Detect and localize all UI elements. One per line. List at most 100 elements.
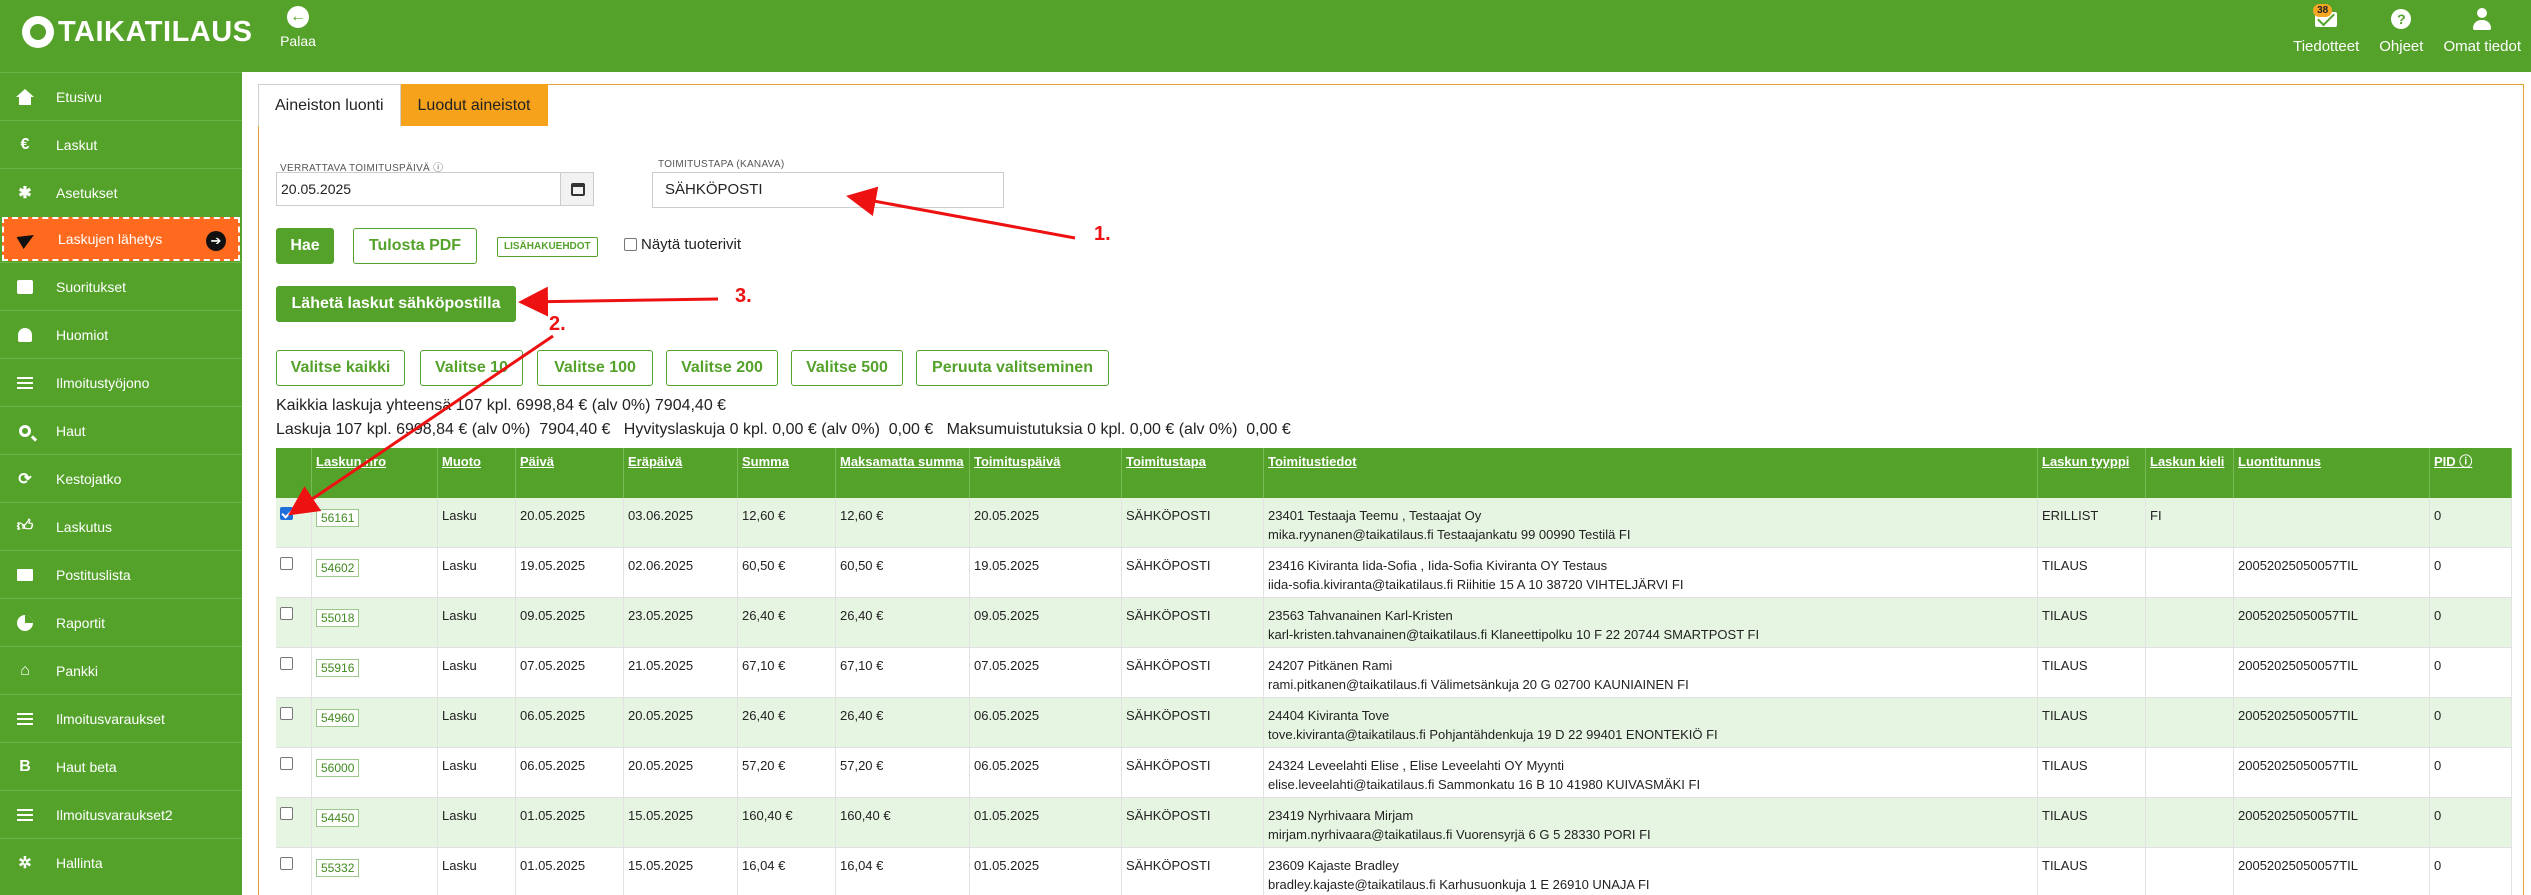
delivery-info-cell: 23419 Nyrhivaara Mirjam mirjam.nyrhivaara… (1264, 798, 2038, 847)
select-10-button[interactable]: Valitse 10 (420, 350, 523, 386)
table-body: 56161 Lasku 20.05.2025 03.06.2025 12,60 €12,… (276, 498, 2512, 895)
extra-filters-button[interactable]: LISÄHAKUEHDOT (497, 237, 598, 257)
sidebar-item-label: Laskut (56, 136, 98, 153)
sidebar-item-ilmoitusvaraukset[interactable]: Ilmoitusvaraukset (0, 694, 242, 742)
column-header[interactable]: Muoto (438, 448, 516, 498)
invoice-number-link[interactable]: 55916 (316, 659, 360, 677)
column-header-pid[interactable]: PID ⓘ (2430, 448, 2512, 498)
kieli-cell (2146, 698, 2234, 747)
send-email-button[interactable]: Lähetä laskut sähköpostilla (276, 286, 516, 322)
thumbs-up-icon: 👍︎ (16, 518, 34, 535)
invoice-number-link[interactable]: 56161 (316, 509, 360, 527)
column-header[interactable]: Maksamatta summa (836, 448, 970, 498)
customer-contact: elise.leveelahti@taikatilaus.fi Sammonka… (1268, 777, 1701, 792)
column-header[interactable]: Päivä (516, 448, 624, 498)
sidebar-item-postituslista[interactable]: Postituslista (0, 550, 242, 598)
column-header[interactable]: Eräpäivä (624, 448, 738, 498)
tabs: Aineiston luonti Luodut aineistot (258, 84, 548, 126)
customer-contact: mirjam.nyrhivaara@taikatilaus.fi Vuorens… (1268, 827, 1651, 842)
delivery-info-cell: 23609 Kajaste Bradley bradley.kajaste@tai… (1264, 848, 2038, 895)
invoice-number-link[interactable]: 54450 (316, 809, 360, 827)
sidebar-item-haut-beta[interactable]: B Haut beta (0, 742, 242, 790)
table-row[interactable]: 55332 Lasku 01.05.2025 15.05.2025 16,04 €16,… (276, 848, 2512, 895)
back-button[interactable]: ← Palaa (276, 6, 320, 49)
column-header[interactable]: Toimitustapa (1122, 448, 1264, 498)
column-header[interactable]: Laskun tyyppi (2038, 448, 2146, 498)
search-button[interactable]: Hae (276, 228, 334, 264)
sidebar-item-label: Laskujen lähetys (58, 231, 163, 247)
tab-luodut-aineistot[interactable]: Luodut aineistot (400, 84, 548, 126)
table-row[interactable]: 54450 Lasku 01.05.2025 15.05.2025 160,40 €16… (276, 798, 2512, 848)
euro-icon: € (20, 135, 30, 153)
sidebar-item-ilmoitustyöjono[interactable]: Ilmoitustyöjono (0, 358, 242, 406)
sidebar-item-asetukset[interactable]: ✱ Asetukset (0, 168, 242, 216)
muoto-cell: Lasku (438, 698, 516, 747)
sidebar-item-laskujen-lähetys[interactable]: Laskujen lähetys ➔ (2, 217, 240, 261)
invoice-number-link[interactable]: 56000 (316, 759, 360, 777)
row-checkbox[interactable] (280, 557, 293, 570)
logo[interactable]: TAIKATILAUS (22, 12, 253, 52)
row-checkbox[interactable] (280, 757, 293, 770)
column-header[interactable]: Toimituspäivä (970, 448, 1122, 498)
select-all-button[interactable]: Valitse kaikki (276, 350, 405, 386)
muoto-cell: Lasku (438, 548, 516, 597)
table-row[interactable]: 54960 Lasku 06.05.2025 20.05.2025 26,40 €26,… (276, 698, 2512, 748)
row-checkbox[interactable] (280, 807, 293, 820)
column-header[interactable]: Toimitustiedot (1264, 448, 2038, 498)
date-input[interactable]: 20.05.2025 (276, 172, 594, 206)
profile-button[interactable]: Omat tiedot (2433, 6, 2531, 55)
sidebar-item-suoritukset[interactable]: Suoritukset (0, 262, 242, 310)
table-row[interactable]: 56000 Lasku 06.05.2025 20.05.2025 57,20 €57,… (276, 748, 2512, 798)
column-header[interactable]: Luontitunnus (2234, 448, 2430, 498)
row-checkbox[interactable] (280, 707, 293, 720)
row-checkbox[interactable] (280, 857, 293, 870)
invoice-number-link[interactable]: 55332 (316, 859, 360, 877)
select-500-button[interactable]: Valitse 500 (791, 350, 903, 386)
calendar-button[interactable] (560, 172, 594, 206)
cancel-selection-button[interactable]: Peruuta valitseminen (916, 350, 1109, 386)
select-cell (276, 648, 312, 697)
column-header[interactable]: Laskun nro (312, 448, 438, 498)
help-button[interactable]: ? Ohjeet (2369, 6, 2433, 55)
sidebar-item-etusivu[interactable]: Etusivu (0, 72, 242, 120)
erapaiva-cell: 15.05.2025 (624, 848, 738, 895)
table-row[interactable]: 55916 Lasku 07.05.2025 21.05.2025 67,10 €67,… (276, 648, 2512, 698)
invoice-number-link[interactable]: 54602 (316, 559, 360, 577)
invoice-number-link[interactable]: 55018 (316, 609, 360, 627)
column-header[interactable]: Laskun kieli (2146, 448, 2234, 498)
select-100-button[interactable]: Valitse 100 (537, 350, 653, 386)
sidebar-item-kestojatko[interactable]: ⟳ Kestojatko (0, 454, 242, 502)
table-row[interactable]: 56161 Lasku 20.05.2025 03.06.2025 12,60 €12,… (276, 498, 2512, 548)
invoice-number-link[interactable]: 54960 (316, 709, 360, 727)
customer-contact: karl-kristen.tahvanainen@taikatilaus.fi … (1268, 627, 1760, 642)
sidebar-item-raportit[interactable]: Raportit (0, 598, 242, 646)
row-checkbox[interactable] (280, 657, 293, 670)
home-icon (16, 88, 34, 106)
kieli-cell (2146, 548, 2234, 597)
show-product-rows-checkbox[interactable] (624, 238, 637, 251)
row-checkbox[interactable] (280, 607, 293, 620)
table-row[interactable]: 55018 Lasku 09.05.2025 23.05.2025 26,40 €26,… (276, 598, 2512, 648)
tab-aineiston-luonti[interactable]: Aineiston luonti (258, 84, 401, 126)
select-200-button[interactable]: Valitse 200 (666, 350, 778, 386)
show-product-rows-toggle[interactable]: Näytä tuoterivit (624, 236, 741, 253)
sidebar-item-haut[interactable]: Haut (0, 406, 242, 454)
sidebar-item-hallinta[interactable]: ✲ Hallinta (0, 838, 242, 886)
erapaiva-cell: 23.05.2025 (624, 598, 738, 647)
sidebar-item-laskutus[interactable]: 👍︎ Laskutus (0, 502, 242, 550)
sidebar-item-huomiot[interactable]: Huomiot (0, 310, 242, 358)
channel-input[interactable]: SÄHKÖPOSTI (652, 172, 1004, 208)
column-header[interactable]: Summa (738, 448, 836, 498)
sidebar-item-ilmoitusvaraukset2[interactable]: Ilmoitusvaraukset2 (0, 790, 242, 838)
summary-total: Kaikkia laskuja yhteensä 107 kpl. 6998,8… (276, 397, 727, 414)
row-checkbox[interactable] (280, 507, 293, 520)
sidebar-item-label: Suoritukset (56, 278, 127, 295)
sidebar-item-laskut[interactable]: € Laskut (0, 120, 242, 168)
gears-icon: ✲ (18, 854, 32, 872)
sidebar-item-pankki[interactable]: ⌂ Pankki (0, 646, 242, 694)
delivery-info-cell: 23563 Tahvanainen Karl-Kristen karl-krist… (1264, 598, 2038, 647)
sidebar-item-label: Ilmoitustyöjono (56, 374, 150, 391)
print-pdf-button[interactable]: Tulosta PDF (353, 228, 477, 264)
notifications-button[interactable]: 38 Tiedotteet (2283, 4, 2369, 55)
table-row[interactable]: 54602 Lasku 19.05.2025 02.06.2025 60,50 €60,… (276, 548, 2512, 598)
